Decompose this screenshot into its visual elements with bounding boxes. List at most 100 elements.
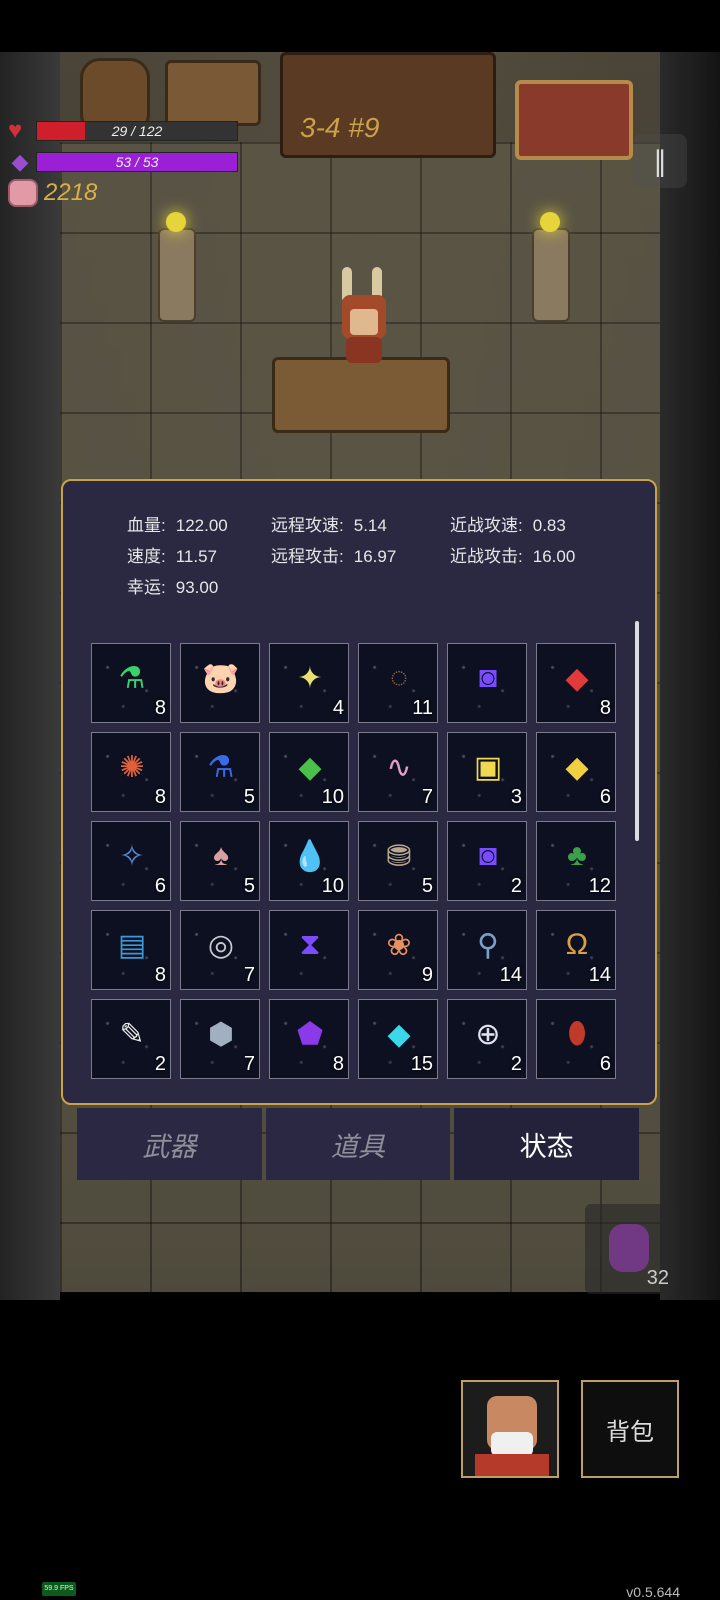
- potion-count: 32: [646, 1267, 669, 1289]
- stat-move-speed: 速度: 11.57: [127, 547, 218, 566]
- stat-ranged-attack: 远程攻击: 16.97: [271, 547, 397, 566]
- red-crystal-icon: ◆: [565, 661, 589, 695]
- item-slot[interactable]: ◆ 10: [269, 732, 349, 812]
- hourglass-rune-icon: ⧗: [299, 928, 321, 961]
- item-count: 4: [332, 697, 344, 719]
- item-slot[interactable]: ◎ 7: [180, 910, 260, 990]
- item-count: 3: [510, 786, 522, 808]
- wrench-icon: ⚲: [477, 928, 499, 962]
- left-wall: [0, 52, 60, 1300]
- fps-counter: 59.9 FPS: [42, 1582, 76, 1596]
- crate-prop: [165, 60, 261, 126]
- dragonfly-icon: ✧: [119, 839, 145, 873]
- tab-items[interactable]: 道具: [265, 1108, 451, 1180]
- item-grid-scrollbar[interactable]: [635, 621, 639, 841]
- hp-text: 29 / 122: [111, 123, 163, 139]
- item-count: 5: [421, 875, 433, 897]
- thorn-ring-icon: ◌: [390, 661, 408, 694]
- yellow-crystal-icon: ◆: [565, 750, 589, 784]
- item-count: 6: [599, 1053, 611, 1075]
- item-slot[interactable]: ✺ 8: [91, 732, 171, 812]
- torch-right: [532, 212, 570, 322]
- item-slot[interactable]: ◆ 6: [536, 732, 616, 812]
- item-count: 15: [410, 1053, 433, 1075]
- item-slot[interactable]: ♠ 5: [180, 821, 260, 901]
- item-slot[interactable]: ◌ 11: [358, 643, 438, 723]
- merchant-table: [272, 357, 450, 433]
- feather-icon: ✎: [119, 1017, 145, 1051]
- item-slot[interactable]: ⚗ 5: [180, 732, 260, 812]
- item-count: 10: [321, 786, 344, 808]
- item-slot[interactable]: ▤ 8: [91, 910, 171, 990]
- item-count: 14: [499, 964, 522, 986]
- bag-button[interactable]: 背包: [581, 1380, 679, 1478]
- item-slot[interactable]: ♣ 12: [536, 821, 616, 901]
- item-slot[interactable]: ◙: [447, 643, 527, 723]
- item-slot[interactable]: ⬢ 7: [180, 999, 260, 1079]
- stat-melee-speed: 近战攻速: 0.83: [450, 516, 566, 535]
- item-count: 8: [154, 697, 166, 719]
- item-slot[interactable]: ▣ 3: [447, 732, 527, 812]
- mana-row: ◆ 53 / 53: [8, 150, 238, 174]
- cyan-crystal-icon: ◆: [387, 1017, 411, 1051]
- item-slot[interactable]: ⚲ 14: [447, 910, 527, 990]
- merchant-npc[interactable]: [336, 267, 392, 363]
- spiky-skull-icon: ✺: [119, 750, 145, 784]
- item-slot[interactable]: ⬟ 8: [269, 999, 349, 1079]
- item-count: 8: [154, 964, 166, 986]
- item-slot[interactable]: ✎ 2: [91, 999, 171, 1079]
- red-beetle-icon: ⬮: [567, 1017, 587, 1050]
- level-indicator: 3-4 #9: [300, 112, 380, 143]
- metal-ring-icon: ◎: [207, 928, 235, 962]
- item-count: 5: [243, 786, 255, 808]
- item-count: 10: [321, 875, 344, 897]
- quick-potion-slot[interactable]: 32: [585, 1204, 675, 1294]
- item-slot[interactable]: 🐷: [180, 643, 260, 723]
- item-slot[interactable]: ∿ 7: [358, 732, 438, 812]
- tab-weapons[interactable]: 武器: [77, 1108, 262, 1180]
- item-count: 2: [510, 1053, 522, 1075]
- item-count: 11: [412, 697, 433, 719]
- version-label: v0.5.644: [626, 1584, 680, 1600]
- item-slot[interactable]: ⛃ 5: [358, 821, 438, 901]
- item-slot[interactable]: 💧 10: [269, 821, 349, 901]
- green-potion-icon: ⚗: [118, 661, 146, 695]
- clover-icon: ♣: [567, 839, 587, 872]
- item-grid[interactable]: ⚗ 8 🐷 ✦ 4 ◌ 11 ◙ ◆ 8 ✺ 8 ⚗ 5 ◆ 10 ∿ 7 ▣ 3 ◆ 6 ✧ 6 ♠ 5 💧 10 ⛃ 5 ◙ 2 ♣ 12 ▤ 8…: [91, 643, 625, 1103]
- item-slot[interactable]: ◆ 15: [358, 999, 438, 1079]
- item-slot[interactable]: ⊕ 2: [447, 999, 527, 1079]
- item-slot[interactable]: ✧ 6: [91, 821, 171, 901]
- cross-ring-icon: ⊕: [475, 1017, 501, 1051]
- item-slot[interactable]: ⚗ 8: [91, 643, 171, 723]
- eye-rune-icon: ◙: [478, 839, 498, 872]
- purple-snail-icon: ⬟: [296, 1017, 324, 1051]
- speed-rune-icon: ◙: [478, 661, 498, 694]
- item-count: 12: [588, 875, 611, 897]
- item-slot[interactable]: ❀ 9: [358, 910, 438, 990]
- mushroom-icon: ♠: [213, 839, 229, 872]
- hp-bar: 29 / 122: [36, 121, 238, 141]
- item-slot[interactable]: ✦ 4: [269, 643, 349, 723]
- pause-button[interactable]: ∥: [633, 134, 687, 188]
- item-count: 2: [154, 1053, 166, 1075]
- item-slot[interactable]: ⧗: [269, 910, 349, 990]
- butterfly-icon: ❀: [386, 928, 412, 962]
- item-slot[interactable]: ◆ 8: [536, 643, 616, 723]
- item-slot[interactable]: Ω 14: [536, 910, 616, 990]
- right-wall: [660, 52, 720, 1300]
- item-count: 8: [599, 697, 611, 719]
- stat-melee-attack: 近战攻击: 16.00: [450, 547, 576, 566]
- item-slot[interactable]: ⬮ 6: [536, 999, 616, 1079]
- treasure-chest[interactable]: [515, 80, 633, 160]
- status-panel: 血量: 122.00 远程攻速: 5.14 近战攻速: 0.83 速度: 11.57 远…: [61, 479, 657, 1105]
- character-portrait-button[interactable]: [461, 1380, 559, 1478]
- item-count: 9: [421, 964, 433, 986]
- pause-icon: ∥: [653, 145, 667, 177]
- character-beard: [491, 1432, 533, 1456]
- water-drop-icon: 💧: [291, 839, 329, 873]
- tab-status[interactable]: 状态: [454, 1108, 640, 1180]
- green-crystal-icon: ◆: [298, 750, 322, 784]
- torch-left: [158, 212, 196, 322]
- coin-count: 2218: [44, 179, 98, 206]
- item-slot[interactable]: ◙ 2: [447, 821, 527, 901]
